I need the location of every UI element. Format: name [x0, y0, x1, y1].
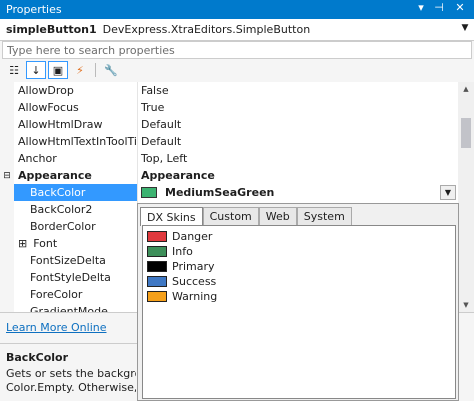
property-row[interactable]: AllowHtmlDraw Default [0, 116, 458, 133]
property-value[interactable]: Top, Left [138, 150, 458, 167]
tab-custom[interactable]: Custom [202, 207, 259, 225]
property-category-row[interactable]: ⊟ Appearance Appearance [0, 167, 458, 184]
properties-icon[interactable]: ▣ [48, 61, 68, 79]
property-value[interactable]: Default [138, 133, 458, 150]
property-value[interactable]: False [138, 82, 458, 99]
color-tabs: DX Skins Custom Web System [140, 207, 352, 226]
property-row[interactable]: Anchor Top, Left [0, 150, 458, 167]
events-icon[interactable]: ⚡ [70, 61, 90, 79]
object-selector[interactable]: simpleButton1 DevExpress.XtraEditors.Sim… [0, 19, 474, 41]
color-swatch [147, 261, 167, 272]
property-value[interactable]: True [138, 99, 458, 116]
window-dropdown-icon[interactable]: ▾ [413, 1, 429, 14]
property-value: MediumSeaGreen [165, 186, 275, 199]
color-swatch [147, 246, 167, 257]
color-swatch [147, 276, 167, 287]
scroll-thumb[interactable] [461, 118, 471, 148]
color-item-warning[interactable]: Warning [143, 289, 455, 304]
property-name: AllowHtmlDraw [14, 116, 138, 133]
scroll-down-icon[interactable]: ▼ [458, 298, 474, 312]
property-value[interactable]: Default [138, 116, 458, 133]
property-row[interactable]: AllowFocus True [0, 99, 458, 116]
expand-icon[interactable]: ⊞ [18, 237, 27, 250]
property-name: ⊞ Font [14, 235, 138, 252]
property-name: BackColor2 [14, 201, 138, 218]
property-name: Anchor [14, 150, 138, 167]
color-swatch [141, 187, 157, 198]
close-icon[interactable]: ✕ [452, 1, 468, 14]
window-title: Properties [6, 3, 62, 16]
property-row[interactable]: AllowHtmlTextInToolTip Default [0, 133, 458, 150]
color-item-info[interactable]: Info [143, 244, 455, 259]
divider [0, 343, 137, 344]
property-name: BackColor [14, 184, 138, 201]
property-name: AllowDrop [14, 82, 138, 99]
color-item-danger[interactable]: Danger [143, 229, 455, 244]
chevron-down-icon[interactable]: ▼ [440, 185, 456, 200]
color-list: Danger Info Primary Success Warning [142, 225, 456, 399]
object-type: DevExpress.XtraEditors.SimpleButton [102, 23, 311, 36]
grid-scrollbar[interactable]: ▲ ▼ [458, 82, 474, 312]
property-name: GradientMode [14, 303, 138, 312]
property-name: AllowFocus [14, 99, 138, 116]
description-text: Gets or sets the background Color.Empty.… [6, 367, 136, 394]
scroll-up-icon[interactable]: ▲ [458, 82, 474, 96]
property-name: FontSizeDelta [14, 252, 138, 269]
categorized-icon[interactable]: ☷ [4, 61, 24, 79]
tab-web[interactable]: Web [258, 207, 297, 225]
color-swatch [147, 291, 167, 302]
property-name: Appearance [14, 167, 138, 184]
tab-dx-skins[interactable]: DX Skins [140, 207, 203, 226]
object-name: simpleButton1 [6, 23, 97, 36]
property-value-editor[interactable]: MediumSeaGreen ▼ [138, 184, 458, 201]
property-name: FontStyleDelta [14, 269, 138, 286]
learn-more-link[interactable]: Learn More Online [6, 321, 107, 334]
properties-toolbar: ☷ ↓ ▣ ⚡ 🔧 [0, 60, 474, 80]
color-item-success[interactable]: Success [143, 274, 455, 289]
pin-icon[interactable]: ⊣ [431, 1, 447, 14]
wrench-icon[interactable]: 🔧 [101, 61, 121, 79]
description-title: BackColor [6, 351, 69, 364]
property-value[interactable]: Appearance [138, 167, 458, 184]
property-name: BorderColor [14, 218, 138, 235]
collapse-icon[interactable]: ⊟ [0, 167, 14, 184]
color-picker-popup: DX Skins Custom Web System Danger Info P… [137, 203, 459, 401]
property-name: AllowHtmlTextInToolTip [14, 133, 138, 150]
property-row[interactable]: AllowDrop False [0, 82, 458, 99]
search-input[interactable] [2, 41, 472, 59]
chevron-down-icon[interactable]: ▼ [458, 23, 472, 33]
color-swatch [147, 231, 167, 242]
toolbar-separator [95, 63, 96, 77]
property-name: ForeColor [14, 286, 138, 303]
tab-system[interactable]: System [296, 207, 352, 225]
alphabetical-icon[interactable]: ↓ [26, 61, 46, 79]
color-item-primary[interactable]: Primary [143, 259, 455, 274]
properties-titlebar: Properties ▾ ⊣ ✕ [0, 0, 474, 19]
property-row-selected[interactable]: BackColor MediumSeaGreen ▼ [0, 184, 458, 201]
